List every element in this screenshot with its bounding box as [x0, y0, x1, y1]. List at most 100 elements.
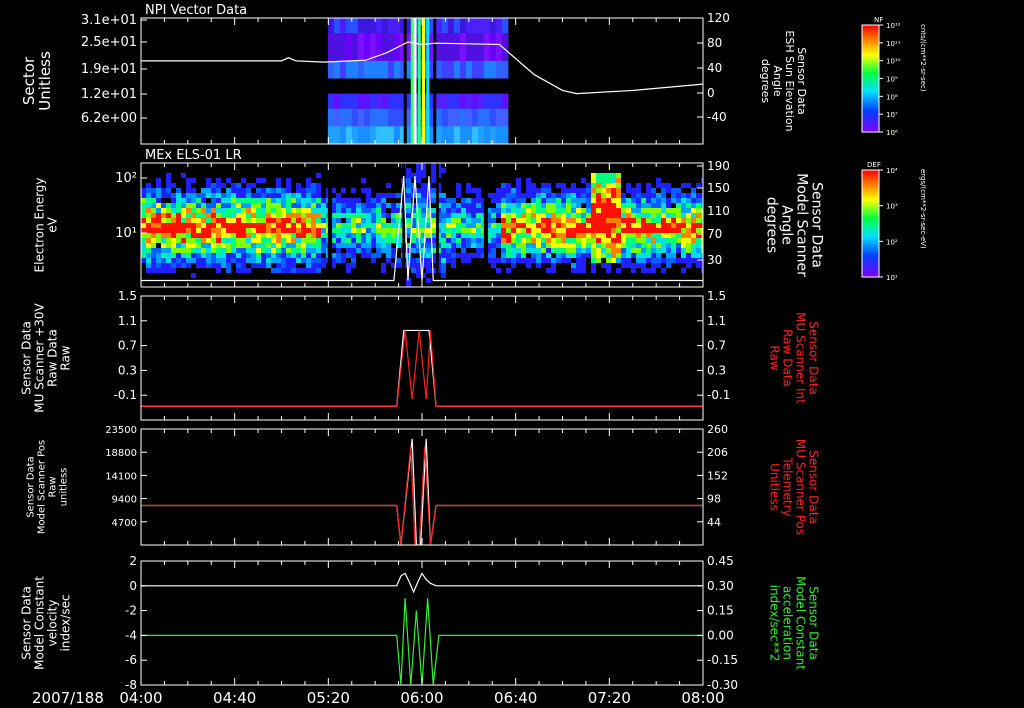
els-cell	[256, 258, 261, 263]
npi-cell	[483, 78, 491, 95]
els-cell	[381, 213, 386, 218]
els-cell	[201, 263, 206, 268]
els-cell	[226, 263, 231, 268]
els-cell	[241, 238, 246, 243]
els-cell	[231, 248, 236, 253]
els-cell	[186, 253, 191, 258]
els-cell	[576, 188, 581, 193]
els-cell	[276, 203, 281, 208]
els-cell	[611, 203, 616, 208]
els-cell	[311, 268, 316, 273]
els-cell	[191, 218, 196, 223]
els-cell	[156, 218, 161, 223]
els-cell	[421, 243, 426, 248]
els-cell	[306, 258, 311, 263]
els-cell	[676, 213, 681, 218]
els-cell	[631, 193, 636, 198]
els-cell	[376, 218, 381, 223]
els-cell	[681, 253, 686, 258]
els-cell	[421, 188, 426, 193]
els-cell	[426, 253, 431, 258]
els-cell	[286, 233, 291, 238]
npi-cell	[447, 18, 455, 34]
els-cell	[361, 178, 366, 183]
els-cell	[206, 203, 211, 208]
els-cell	[351, 213, 356, 218]
npi-cell	[375, 108, 383, 127]
els-cell	[366, 208, 371, 213]
els-cell	[691, 223, 696, 228]
els-cell	[496, 228, 501, 233]
els-cell	[541, 248, 546, 253]
els-cell	[246, 208, 251, 213]
els-cell	[681, 248, 686, 253]
els-cell	[496, 193, 501, 198]
els-cell	[241, 228, 246, 233]
els-cell	[651, 203, 656, 208]
panel-title: NPI Vector Data	[145, 3, 247, 18]
els-cell	[631, 253, 636, 258]
els-cell	[446, 218, 451, 223]
npi-cell	[393, 18, 401, 34]
els-cell	[561, 218, 566, 223]
els-cell	[506, 228, 511, 233]
els-cell	[601, 223, 606, 228]
els-cell	[576, 263, 581, 268]
els-cell	[461, 223, 466, 228]
els-cell	[566, 223, 571, 228]
els-cell	[476, 248, 481, 253]
els-cell	[241, 218, 246, 223]
els-cell	[356, 218, 361, 223]
els-cell	[421, 183, 426, 188]
els-cell	[226, 193, 231, 198]
npi-cell	[459, 93, 467, 110]
colorbar-tick-label: 10¹	[886, 274, 898, 282]
els-cell	[316, 198, 321, 203]
els-cell	[376, 203, 381, 208]
els-cell	[266, 233, 271, 238]
els-cell	[571, 228, 576, 233]
els-cell	[216, 218, 221, 223]
panel-scanner-position: 235001880014100940047002602061529844Sens…	[26, 423, 821, 546]
els-cell	[461, 228, 466, 233]
els-cell	[596, 238, 601, 243]
els-cell	[381, 243, 386, 248]
els-cell	[151, 203, 156, 208]
els-cell	[221, 233, 226, 238]
els-cell	[676, 208, 681, 213]
els-cell	[426, 263, 431, 268]
els-cell	[681, 208, 686, 213]
els-cell	[551, 198, 556, 203]
els-cell	[426, 228, 431, 233]
npi-cell	[375, 33, 383, 62]
els-cell	[321, 203, 326, 208]
els-cell	[166, 258, 171, 263]
els-cell	[561, 193, 566, 198]
els-cell	[171, 213, 176, 218]
els-cell	[591, 203, 596, 208]
npi-streak	[433, 18, 437, 144]
right-tick-label: 120	[707, 11, 730, 25]
els-cell	[521, 233, 526, 238]
els-cell	[621, 253, 626, 258]
els-cell	[581, 208, 586, 213]
els-cell	[236, 238, 241, 243]
els-cell	[386, 228, 391, 233]
els-cell	[311, 193, 316, 198]
els-cell	[616, 213, 621, 218]
els-cell	[196, 208, 201, 213]
els-cell	[226, 218, 231, 223]
els-cell	[581, 238, 586, 243]
npi-cell	[471, 60, 479, 79]
els-cell	[256, 213, 261, 218]
npi-cell	[381, 33, 389, 62]
els-cell	[336, 248, 341, 253]
els-cell	[211, 203, 216, 208]
els-cell	[526, 238, 531, 243]
els-cell	[576, 228, 581, 233]
els-cell	[291, 243, 296, 248]
els-cell	[531, 218, 536, 223]
npi-cell	[453, 93, 461, 110]
npi-cell	[345, 93, 353, 110]
els-cell	[161, 193, 166, 198]
